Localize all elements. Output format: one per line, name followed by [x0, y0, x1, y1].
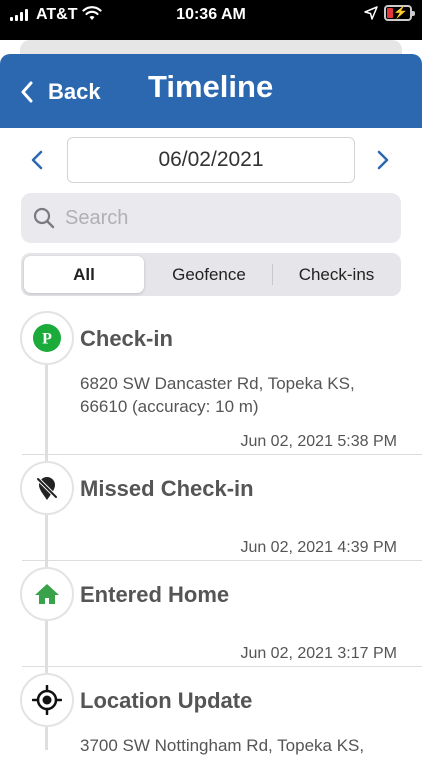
event-icon-badge — [20, 673, 74, 727]
parking-checkin-icon: P — [33, 324, 61, 352]
timeline-event-check-in[interactable]: P Check-in 6820 SW Dancaster Rd, Topeka … — [0, 311, 422, 455]
filter-segmented-control: All Geofence Check-ins — [21, 253, 401, 296]
location-arrow-icon — [364, 6, 378, 20]
event-timestamp: Jun 02, 2021 3:17 PM — [240, 645, 397, 662]
back-button[interactable]: Back — [20, 76, 101, 108]
search-icon — [33, 207, 55, 229]
chevron-left-icon — [21, 81, 33, 103]
tab-check-ins[interactable]: Check-ins — [275, 256, 398, 293]
status-bar: AT&T 10:36 AM ⚡ — [0, 0, 422, 40]
home-icon — [35, 584, 59, 604]
event-divider — [22, 666, 422, 667]
timeline-event-missed-check-in[interactable]: Missed Check-in Jun 02, 2021 4:39 PM — [0, 461, 422, 561]
event-address: 3700 SW Nottingham Rd, Topeka KS, — [80, 736, 365, 755]
event-title: Missed Check-in — [80, 476, 254, 501]
event-timestamp: Jun 02, 2021 5:38 PM — [240, 433, 397, 450]
tab-all[interactable]: All — [24, 256, 144, 293]
missed-location-pin-icon — [36, 477, 58, 500]
event-icon-badge — [20, 461, 74, 515]
battery-charging-icon: ⚡ — [384, 5, 415, 21]
back-label: Back — [48, 79, 101, 104]
search-input[interactable] — [65, 193, 385, 243]
event-address: 6820 SW Dancaster Rd, Topeka KS, 66610 (… — [80, 374, 355, 416]
event-timestamp: Jun 02, 2021 4:39 PM — [240, 539, 397, 556]
nav-bar: Back Timeline — [0, 54, 422, 128]
search-bar — [21, 193, 401, 243]
timeline-event-location-update[interactable]: Location Update 3700 SW Nottingham Rd, T… — [0, 673, 422, 755]
page-title: Timeline — [148, 69, 274, 104]
event-title: Location Update — [80, 688, 253, 713]
clock-time: 10:36 AM — [176, 6, 246, 23]
timeline-event-entered-home[interactable]: Entered Home Jun 02, 2021 3:17 PM — [0, 567, 422, 667]
crosshair-icon — [32, 685, 62, 715]
tab-geofence[interactable]: Geofence — [148, 256, 270, 293]
event-title: Entered Home — [80, 582, 230, 607]
next-day-chevron-icon[interactable] — [376, 150, 390, 170]
date-selector: 06/02/2021 — [0, 136, 422, 184]
date-field[interactable]: 06/02/2021 — [67, 137, 355, 183]
event-icon-badge: P — [20, 311, 74, 365]
previous-day-chevron-icon[interactable] — [30, 150, 44, 170]
event-divider — [22, 454, 422, 455]
event-title: Check-in — [80, 326, 173, 351]
event-divider — [22, 560, 422, 561]
event-icon-badge — [20, 567, 74, 621]
svg-text:P: P — [42, 331, 52, 348]
segment-divider — [272, 264, 273, 285]
